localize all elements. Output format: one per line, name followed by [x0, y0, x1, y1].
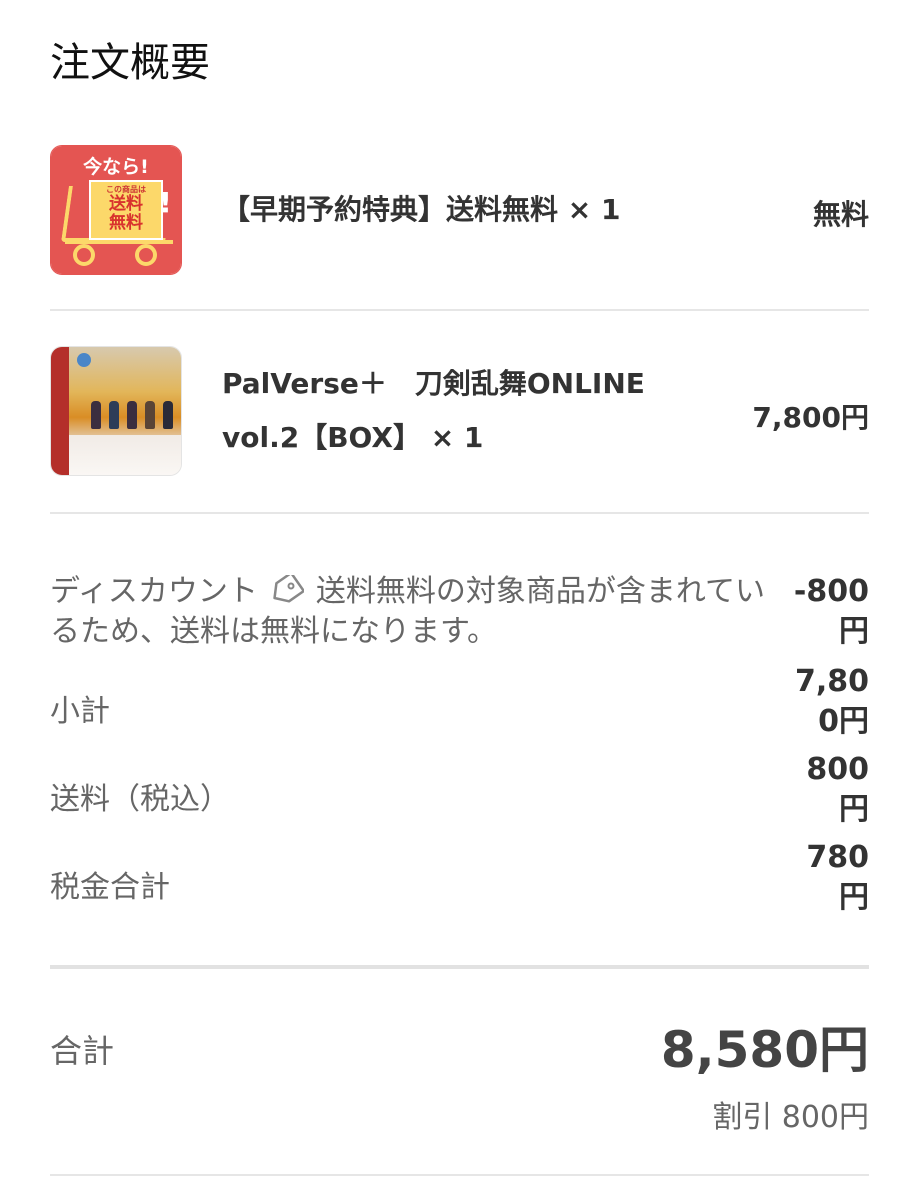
line-item-product: PalVerse＋ 刀剣乱舞ONLINE vol.2【BOX】 × 1 7,80… — [50, 346, 869, 476]
total-value: 8,580円 — [660, 1021, 869, 1079]
item-name: 【早期予約特典】送料無料 × 1 — [222, 193, 621, 226]
shipping-value: 800円 — [806, 752, 869, 827]
tax-label: 税金合計 — [50, 870, 170, 905]
product-image — [50, 346, 182, 476]
shipping-label: 送料（税込） — [50, 782, 230, 817]
shipping-row: 送料（税込） 800円 — [50, 750, 869, 830]
total-label: 合計 — [50, 1032, 115, 1070]
page-title: 注文概要 — [50, 40, 210, 86]
subtotal-label: 小計 — [50, 694, 110, 729]
discount-row: ディスカウント 送料無料の対象商品が含まれているため、送料は無料になります。 -8… — [50, 572, 869, 652]
divider — [50, 309, 869, 311]
tax-value: 780円 — [806, 840, 869, 915]
item-name: PalVerse＋ 刀剣乱舞ONLINE vol.2【BOX】 × 1 — [222, 367, 645, 454]
subtotal-value: 7,800円 — [794, 664, 869, 739]
tag-icon — [273, 575, 304, 603]
item-price: 7,800円 — [752, 401, 869, 434]
free-shipping-badge-image: 今なら! この商品は 送料無料 ! — [50, 145, 182, 275]
line-item-free-shipping: 今なら! この商品は 送料無料 ! 【早期予約特典】送料無料 × 1 無料 — [50, 145, 869, 275]
badge-exclamation: ! — [159, 186, 172, 219]
divider — [50, 512, 869, 514]
badge-now-text: 今なら! — [83, 156, 149, 178]
divider — [50, 1174, 869, 1176]
discount-value: -800円 — [793, 574, 869, 649]
total-discount-note: 割引 800円 — [712, 1100, 869, 1135]
tax-row: 税金合計 780円 — [50, 838, 869, 918]
item-price: 無料 — [812, 198, 869, 231]
subtotal-row: 小計 7,800円 — [50, 662, 869, 742]
discount-description: ディスカウント 送料無料の対象商品が含まれているため、送料は無料になります。 — [50, 572, 785, 652]
discount-label: ディスカウント — [50, 574, 258, 609]
divider — [50, 965, 869, 969]
badge-big-text: 送料無料 — [109, 194, 143, 233]
